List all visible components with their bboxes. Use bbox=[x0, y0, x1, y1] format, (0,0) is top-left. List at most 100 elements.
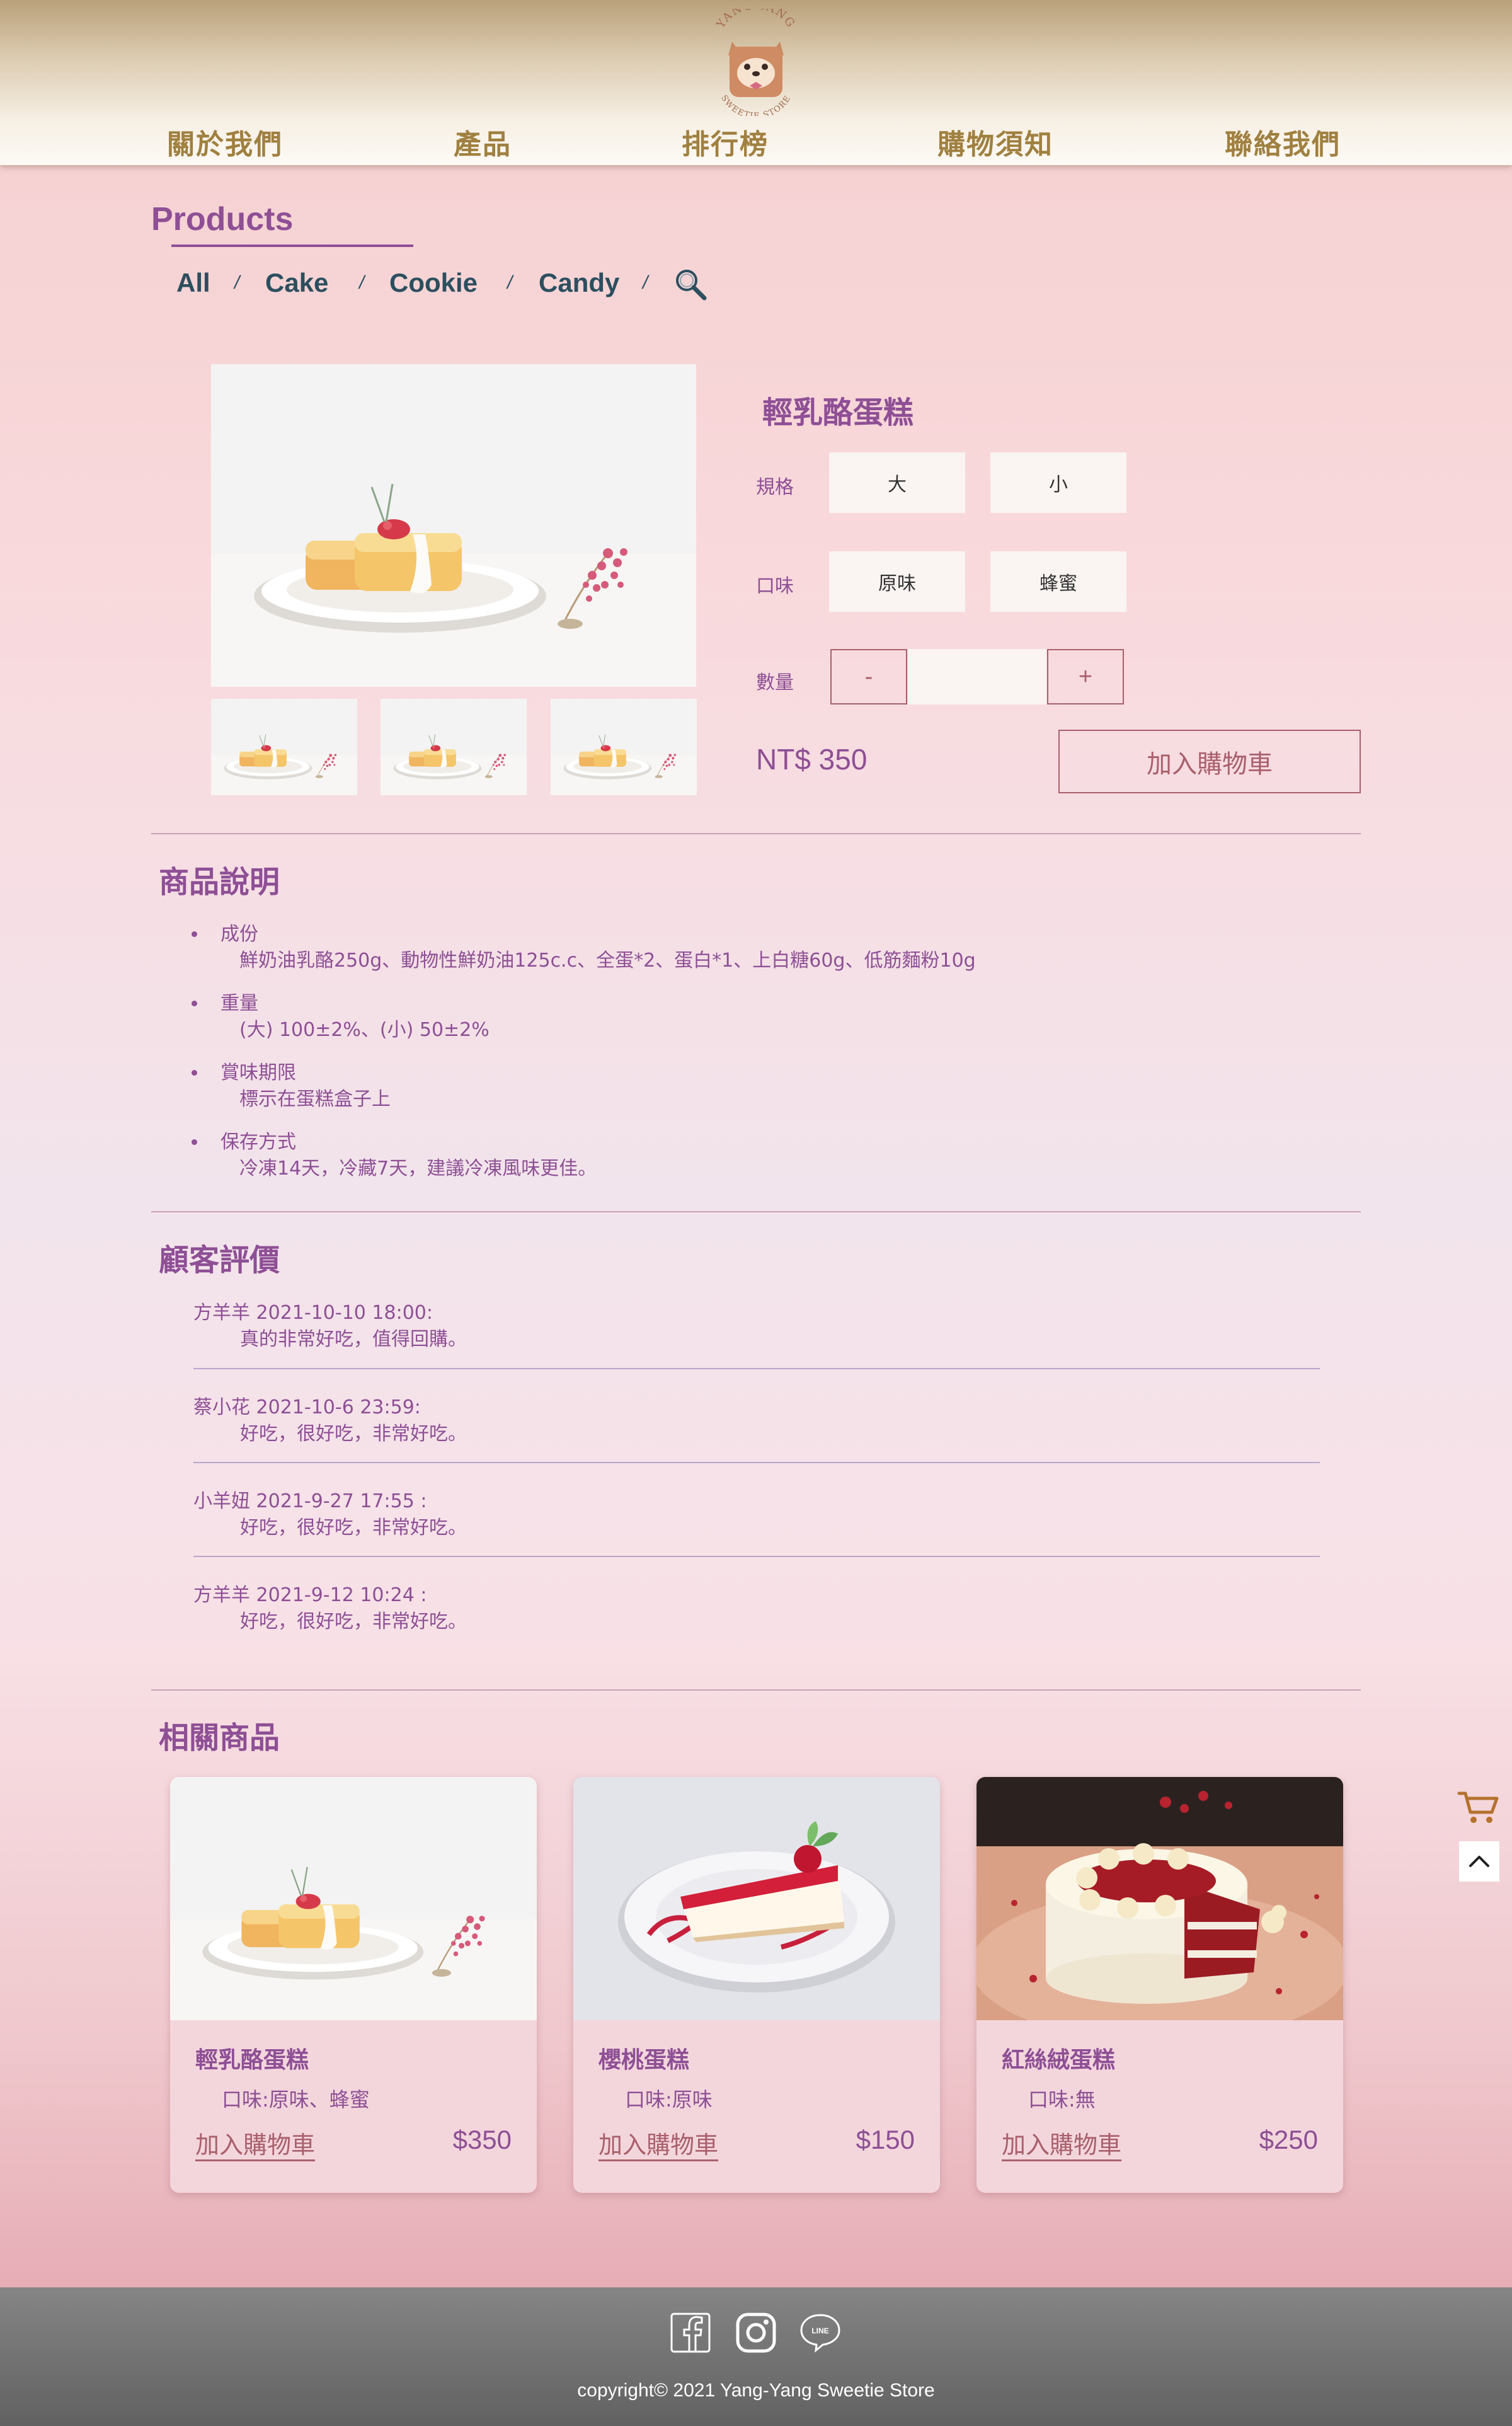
product-main-image bbox=[211, 364, 696, 687]
line-icon[interactable]: LINE bbox=[799, 2311, 842, 2354]
related-add-to-cart-link[interactable]: 加入購物車 bbox=[598, 2125, 718, 2160]
spec-option-large[interactable]: 大 bbox=[829, 452, 965, 513]
category-cookie[interactable]: Cookie bbox=[389, 268, 478, 298]
bullet bbox=[192, 1001, 197, 1006]
review-item: 方羊羊 2021-10-10 18:00: 真的非常好吃，值得回購。 bbox=[193, 1300, 1320, 1353]
related-product-flavor: 口味:原味 bbox=[625, 2088, 713, 2112]
related-product-price: $150 bbox=[856, 2125, 915, 2154]
nav-ranking[interactable]: 排行榜 bbox=[682, 122, 769, 162]
description-key: 重量 bbox=[220, 992, 258, 1015]
reviews-title: 顧客評價 bbox=[159, 1243, 280, 1278]
review-meta: 小羊妞 2021-9-27 17:55 : bbox=[193, 1490, 427, 1512]
list-item: 保存方式 冷凍14天，冷藏7天，建議冷凍風味更佳。 bbox=[189, 1129, 1323, 1182]
description-value: 標示在蛋糕盒子上 bbox=[239, 1088, 391, 1110]
related-product-card[interactable]: 輕乳酪蛋糕 口味:原味、蜂蜜 加入購物車 $350 bbox=[170, 1777, 537, 2193]
review-divider bbox=[193, 1556, 1320, 1557]
list-item: 成份 鮮奶油乳酪250g、動物性鮮奶油125c.c、全蛋*2、蛋白*1、上白糖6… bbox=[189, 921, 1323, 974]
flavor-label: 口味 bbox=[756, 575, 794, 597]
back-to-top-button[interactable] bbox=[1459, 1841, 1499, 1882]
product-thumbnail[interactable] bbox=[381, 699, 527, 795]
products-heading: Products bbox=[151, 201, 294, 238]
quantity-input[interactable] bbox=[908, 649, 1046, 704]
product-name: 輕乳酪蛋糕 bbox=[762, 395, 914, 430]
related-product-image[interactable] bbox=[976, 1777, 1343, 2020]
flavor-option-original[interactable]: 原味 bbox=[829, 551, 965, 612]
copyright-text: copyright© 2021 Yang-Yang Sweetie Store bbox=[577, 2380, 935, 2401]
review-item: 方羊羊 2021-9-12 10:24 : 好吃，很好吃，非常好吃。 bbox=[193, 1582, 1320, 1635]
nav-shopping-guide[interactable]: 購物須知 bbox=[937, 122, 1053, 162]
category-separator: / bbox=[643, 272, 648, 293]
product-thumbnail[interactable] bbox=[211, 699, 357, 795]
spec-option-small[interactable]: 小 bbox=[990, 452, 1126, 513]
bullet bbox=[192, 1139, 197, 1145]
category-separator: / bbox=[359, 272, 365, 293]
product-thumbnail[interactable] bbox=[551, 699, 697, 795]
related-add-to-cart-link[interactable]: 加入購物車 bbox=[1002, 2125, 1121, 2160]
review-meta: 方羊羊 2021-9-12 10:24 : bbox=[193, 1584, 427, 1606]
description-key: 成份 bbox=[220, 923, 258, 945]
review-meta: 蔡小花 2021-10-6 23:59: bbox=[193, 1396, 421, 1418]
divider bbox=[151, 1689, 1361, 1691]
category-separator: / bbox=[507, 272, 513, 293]
related-product-image[interactable] bbox=[573, 1777, 940, 2020]
related-product-flavor: 口味:無 bbox=[1028, 2088, 1096, 2112]
instagram-icon[interactable] bbox=[735, 2311, 777, 2354]
nav-about[interactable]: 關於我們 bbox=[167, 122, 283, 162]
related-add-to-cart-link[interactable]: 加入購物車 bbox=[195, 2125, 315, 2160]
flavor-option-honey[interactable]: 蜂蜜 bbox=[990, 551, 1126, 612]
bullet bbox=[192, 1070, 197, 1076]
review-text: 好吃，很好吃，非常好吃。 bbox=[240, 1611, 467, 1633]
quantity-label: 數量 bbox=[756, 672, 794, 694]
category-candy[interactable]: Candy bbox=[539, 268, 619, 298]
category-cake[interactable]: Cake bbox=[265, 268, 328, 298]
nav-products[interactable]: 產品 bbox=[454, 122, 512, 162]
search-icon[interactable] bbox=[673, 267, 708, 302]
logo[interactable]: YANG-YANG SWEETIE STORE bbox=[706, 9, 806, 116]
quantity-increase-button[interactable]: + bbox=[1047, 649, 1124, 704]
category-separator: / bbox=[234, 272, 240, 293]
description-list: 成份 鮮奶油乳酪250g、動物性鮮奶油125c.c、全蛋*2、蛋白*1、上白糖6… bbox=[189, 921, 1323, 1199]
description-key: 保存方式 bbox=[220, 1131, 296, 1153]
related-product-flavor: 口味:原味、蜂蜜 bbox=[222, 2088, 370, 2112]
nav-contact[interactable]: 聯絡我們 bbox=[1225, 122, 1341, 162]
bullet bbox=[192, 931, 197, 937]
related-product-image[interactable] bbox=[170, 1777, 537, 2020]
facebook-icon[interactable] bbox=[669, 2311, 712, 2354]
related-product-card[interactable]: 櫻桃蛋糕 口味:原味 加入購物車 $150 bbox=[573, 1777, 940, 2193]
related-title: 相關商品 bbox=[159, 1720, 280, 1756]
svg-text:YANG-YANG: YANG-YANG bbox=[714, 9, 798, 31]
review-text: 好吃，很好吃，非常好吃。 bbox=[240, 1423, 467, 1445]
site-footer bbox=[0, 2287, 1512, 2426]
related-product-price: $350 bbox=[452, 2125, 512, 2154]
review-divider bbox=[193, 1368, 1320, 1369]
product-price: NT$ 350 bbox=[756, 743, 868, 776]
add-to-cart-button[interactable]: 加入購物車 bbox=[1058, 730, 1361, 793]
list-item: 賞味期限 標示在蛋糕盒子上 bbox=[189, 1060, 1323, 1113]
description-key: 賞味期限 bbox=[220, 1062, 296, 1084]
list-item: 重量 (大) 100±2%、(小) 50±2% bbox=[189, 991, 1323, 1043]
quantity-decrease-button[interactable]: - bbox=[830, 649, 907, 704]
chevron-up-icon bbox=[1469, 1856, 1489, 1867]
description-value: 冷凍14天，冷藏7天，建議冷凍風味更佳。 bbox=[239, 1158, 597, 1180]
description-value: (大) 100±2%、(小) 50±2% bbox=[239, 1019, 490, 1041]
description-title: 商品說明 bbox=[159, 865, 280, 900]
site-header: YANG-YANG SWEETIE STORE 關於我們 產品 排行榜 購物須知… bbox=[0, 0, 1512, 165]
category-all[interactable]: All bbox=[176, 268, 210, 298]
related-product-name[interactable]: 紅絲絨蛋糕 bbox=[1002, 2042, 1115, 2074]
divider bbox=[151, 1211, 1361, 1212]
divider bbox=[151, 833, 1361, 834]
review-item: 小羊妞 2021-9-27 17:55 : 好吃，很好吃，非常好吃。 bbox=[193, 1488, 1320, 1541]
svg-text:LINE: LINE bbox=[811, 2326, 828, 2335]
review-text: 好吃，很好吃，非常好吃。 bbox=[240, 1517, 467, 1539]
review-divider bbox=[193, 1462, 1320, 1463]
related-product-name[interactable]: 櫻桃蛋糕 bbox=[598, 2042, 689, 2074]
spec-label: 規格 bbox=[756, 476, 794, 498]
review-item: 蔡小花 2021-10-6 23:59: 好吃，很好吃，非常好吃。 bbox=[193, 1394, 1320, 1447]
related-product-name[interactable]: 輕乳酪蛋糕 bbox=[195, 2042, 309, 2074]
related-product-card[interactable]: 紅絲絨蛋糕 口味:無 加入購物車 $250 bbox=[976, 1777, 1343, 2193]
description-value: 鮮奶油乳酪250g、動物性鮮奶油125c.c、全蛋*2、蛋白*1、上白糖60g、… bbox=[239, 950, 976, 972]
review-text: 真的非常好吃，值得回購。 bbox=[240, 1328, 467, 1350]
products-heading-underline bbox=[171, 244, 413, 247]
cart-icon[interactable] bbox=[1457, 1788, 1501, 1826]
review-meta: 方羊羊 2021-10-10 18:00: bbox=[193, 1302, 433, 1324]
